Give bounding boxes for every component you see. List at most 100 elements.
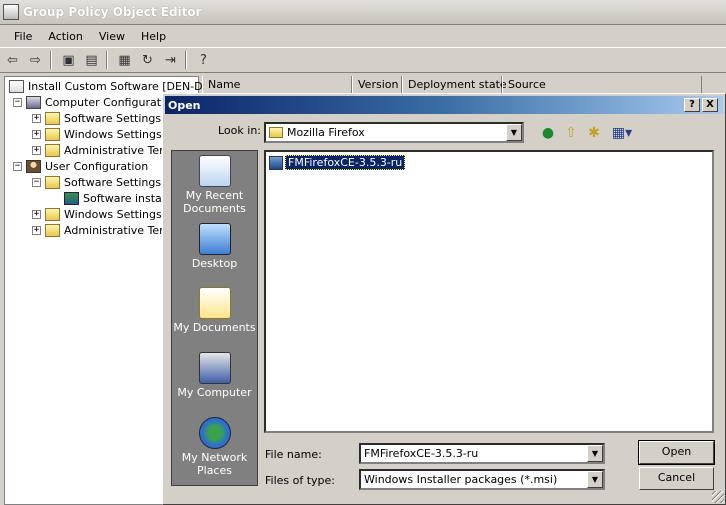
my-computer-icon: [198, 352, 231, 384]
lookin-combo[interactable]: Mozilla Firefox ▼: [264, 122, 524, 143]
place-label: My Network Places: [181, 451, 248, 477]
tree-label: Windows Settings: [64, 207, 162, 221]
tree-uc-software-settings[interactable]: − Software Settings: [32, 174, 161, 190]
toolbar-separator: [50, 51, 52, 69]
menu-help[interactable]: Help: [139, 30, 168, 43]
chevron-down-icon[interactable]: ▼: [587, 445, 603, 462]
back-icon[interactable]: ⇦: [2, 50, 23, 70]
tree-label: Computer Configuration: [45, 95, 178, 109]
chevron-down-icon[interactable]: ▼: [587, 471, 603, 488]
tree-computer-configuration[interactable]: − Computer Configuration: [13, 94, 178, 110]
tree-label: Windows Settings: [64, 127, 162, 141]
filetype-combo[interactable]: Windows Installer packages (*.msi) ▼: [359, 469, 605, 490]
tree-label: User Configuration: [45, 159, 149, 173]
resize-grip-icon[interactable]: [712, 491, 724, 503]
tree-label: Software install: [83, 191, 168, 205]
chevron-down-icon[interactable]: ▼: [506, 124, 522, 141]
cancel-button[interactable]: Cancel: [639, 467, 714, 490]
place-desktop[interactable]: Desktop: [172, 223, 257, 270]
up-one-level-icon[interactable]: ⇧: [561, 124, 581, 142]
help-icon[interactable]: ?: [193, 50, 214, 70]
folder-icon: [269, 127, 283, 138]
collapse-icon[interactable]: −: [13, 97, 22, 107]
dialog-title-bar: Open: [165, 96, 723, 114]
computer-icon: [26, 95, 41, 109]
refresh-icon[interactable]: ↻: [137, 50, 158, 70]
gpo-editor-icon: [3, 4, 19, 20]
forward-icon[interactable]: ⇨: [25, 50, 46, 70]
column-name[interactable]: Name: [202, 76, 352, 93]
place-my-computer[interactable]: My Computer: [172, 352, 257, 399]
folder-icon: [45, 207, 60, 221]
new-folder-icon[interactable]: ✱: [584, 124, 604, 142]
file-item[interactable]: FMFirefoxCE-3.5.3-ru: [269, 155, 406, 170]
collapse-icon[interactable]: −: [13, 161, 22, 171]
collapse-icon[interactable]: −: [32, 177, 41, 187]
place-label: My Documents: [173, 321, 256, 334]
tree-label: Software Settings: [64, 175, 162, 189]
folder-icon: [45, 223, 60, 237]
filename-label: File name:: [265, 448, 322, 461]
tree-root[interactable]: Install Custom Software [DEN-DC1: [9, 78, 217, 94]
desktop-icon: [198, 223, 231, 255]
properties-icon[interactable]: ▦: [114, 50, 135, 70]
main-window: Group Policy Object Editor File Action V…: [0, 0, 726, 505]
tree-cc-admin-templates[interactable]: + Administrative Temp: [32, 142, 177, 158]
expand-icon[interactable]: +: [32, 225, 41, 235]
my-documents-icon: [198, 287, 231, 319]
back-icon[interactable]: ●: [538, 124, 558, 142]
place-my-network-places[interactable]: My Network Places: [172, 417, 257, 477]
filename-value: FMFirefoxCE-3.5.3-ru: [364, 447, 479, 460]
folder-icon: [45, 127, 60, 141]
file-list: FMFirefoxCE-3.5.3-ru: [264, 150, 714, 433]
place-my-recent-documents[interactable]: My Recent Documents: [172, 155, 257, 215]
filetype-value: Windows Installer packages (*.msi): [364, 473, 558, 486]
tree-label: Administrative Temp: [64, 143, 177, 157]
expand-icon[interactable]: +: [32, 145, 41, 155]
column-source[interactable]: Source: [502, 76, 702, 93]
open-dialog: Open ? X Look in: Mozilla Firefox ▼ ● ⇧ …: [162, 93, 726, 505]
place-my-documents[interactable]: My Documents: [172, 287, 257, 334]
tree-cc-windows-settings[interactable]: + Windows Settings: [32, 126, 162, 142]
menu-action[interactable]: Action: [46, 30, 84, 43]
toolbar-separator: [185, 51, 187, 69]
tree-user-configuration[interactable]: − User Configuration: [13, 158, 148, 174]
lookin-label: Look in:: [218, 124, 261, 137]
menu-view[interactable]: View: [97, 30, 127, 43]
view-menu-icon[interactable]: ▦▾: [609, 124, 635, 142]
filename-combo[interactable]: FMFirefoxCE-3.5.3-ru ▼: [359, 443, 605, 464]
export-list-icon[interactable]: ⇥: [160, 50, 181, 70]
show-hide-tree-icon[interactable]: ▤: [81, 50, 102, 70]
column-version[interactable]: Version: [352, 76, 402, 93]
tree-uc-software-installation[interactable]: Software install: [64, 190, 168, 206]
filetype-label: Files of type:: [265, 474, 336, 487]
column-deployment-state[interactable]: Deployment state: [402, 76, 507, 93]
place-label: My Computer: [177, 386, 252, 399]
tree-label: Administrative Temp: [64, 223, 177, 237]
up-level-icon[interactable]: ▣: [58, 50, 79, 70]
user-icon: [26, 159, 41, 173]
details-list-header: Name Version Deployment state Source: [202, 76, 726, 94]
places-bar: My Recent Documents Desktop My Documents…: [171, 150, 258, 486]
expand-icon[interactable]: +: [32, 113, 41, 123]
dialog-help-button[interactable]: ?: [684, 98, 700, 112]
menu-file[interactable]: File: [12, 30, 34, 43]
file-name: FMFirefoxCE-3.5.3-ru: [285, 155, 406, 170]
msi-package-icon: [269, 155, 283, 170]
tree-uc-windows-settings[interactable]: + Windows Settings: [32, 206, 162, 222]
open-button[interactable]: Open: [638, 440, 715, 465]
expand-icon[interactable]: +: [32, 129, 41, 139]
tree-root-label: Install Custom Software [DEN-DC1: [28, 79, 218, 93]
title-bar: Group Policy Object Editor: [0, 0, 726, 25]
folder-icon: [45, 175, 60, 189]
lookin-value: Mozilla Firefox: [287, 126, 365, 139]
dialog-close-button[interactable]: X: [702, 98, 718, 112]
toolbar: ⇦ ⇨ ▣ ▤ ▦ ↻ ⇥ ?: [0, 47, 726, 73]
tree-uc-admin-templates[interactable]: + Administrative Temp: [32, 222, 177, 238]
software-installation-icon: [64, 191, 79, 205]
folder-icon: [45, 111, 60, 125]
window-title: Group Policy Object Editor: [23, 5, 202, 19]
expand-icon[interactable]: +: [32, 209, 41, 219]
tree-cc-software-settings[interactable]: + Software Settings: [32, 110, 161, 126]
tree-label: Software Settings: [64, 111, 162, 125]
